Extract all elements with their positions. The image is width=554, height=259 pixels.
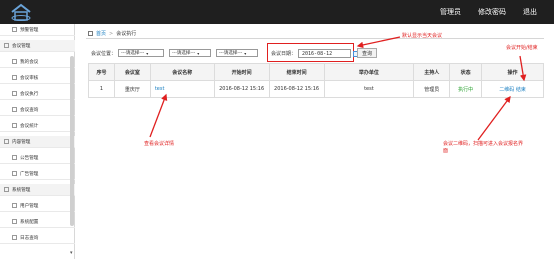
sidebar-group-content[interactable]: 内容管理 <box>0 136 75 148</box>
filter-bar: 会议位置： ---请选择--- ▾ ---请选择--- ▾ ---请选择--- ▾ <box>91 49 263 57</box>
sidebar-item-warning[interactable]: 预警管理 <box>0 24 75 36</box>
home-icon <box>88 31 93 36</box>
cell-no: 1 <box>88 80 115 98</box>
location-select-2[interactable]: ---请选择--- ▾ <box>169 49 212 57</box>
chevron-down-icon: ▾ <box>146 50 149 56</box>
cell-end: 2016-08-12 15:16 <box>268 80 325 98</box>
menu-item-icon <box>12 107 17 112</box>
menu-item-icon <box>12 235 17 240</box>
sidebar-item-meeting-review[interactable]: 会议审核 <box>0 72 75 84</box>
top-nav: 管理员 修改密码 退出 <box>440 0 554 24</box>
sidebar: 预警管理 会议管理 我的会议 会议审核 会议执行 会议查询 会议统计 内容管理 … <box>0 24 75 259</box>
menu-item-icon <box>12 27 17 32</box>
sidebar-item-label: 会议审核 <box>20 75 39 81</box>
folder-icon <box>4 139 9 144</box>
sidebar-group-meeting[interactable]: 会议管理 <box>0 40 75 52</box>
logout-link[interactable]: 退出 <box>523 7 537 17</box>
sidebar-item-label: 内容管理 <box>12 139 31 145</box>
annotation-qrcode-1: 会议二维码，扫描可进入会议报名界 <box>443 141 524 147</box>
col-action: 操作 <box>481 63 544 81</box>
annotation-qrcode-2: 面 <box>443 148 449 154</box>
col-end: 结束时间 <box>268 63 325 81</box>
status-badge: 执行中 <box>449 80 483 98</box>
sidebar-item-label: 预警管理 <box>20 27 39 33</box>
col-start: 开始时间 <box>213 63 270 81</box>
sidebar-group-system[interactable]: 系统管理 <box>0 184 75 196</box>
divider <box>86 38 544 39</box>
menu-item-icon <box>12 219 17 224</box>
sidebar-item-config[interactable]: 系统配置 <box>0 216 75 228</box>
sidebar-item-meeting-stats[interactable]: 会议统计 <box>0 120 75 132</box>
sidebar-item-label: 日志查询 <box>20 235 39 241</box>
sidebar-item-meeting-execute[interactable]: 会议执行 <box>0 88 75 100</box>
annotation-start-end: 会议开始/结束 <box>506 45 538 51</box>
sidebar-item-label: 系统配置 <box>20 219 39 225</box>
sidebar-item-label: 会议查询 <box>20 107 39 113</box>
sidebar-item-meeting-query[interactable]: 会议查询 <box>0 104 75 116</box>
scroll-down-icon[interactable]: ▾ <box>70 250 73 256</box>
qrcode-link[interactable]: 二维码 <box>499 87 514 93</box>
col-name: 会议名称 <box>149 63 215 81</box>
location-select-3[interactable]: ---请选择--- ▾ <box>216 49 259 57</box>
end-meeting-link[interactable]: 结束 <box>516 87 526 93</box>
date-filter: 会议日期： 2016-08-12 <box>271 49 360 58</box>
folder-icon <box>4 43 9 48</box>
menu-item-icon <box>12 91 17 96</box>
query-button[interactable]: 查询 <box>357 48 377 58</box>
cell-org: test <box>323 80 415 98</box>
col-room: 会议室 <box>113 63 151 81</box>
menu-item-icon <box>12 59 17 64</box>
top-header: 管理员 修改密码 退出 <box>0 0 554 24</box>
sidebar-item-label: 我的会议 <box>20 59 39 65</box>
table-header-row: 序号 会议室 会议名称 开始时间 结束时间 举办单位 主持人 状态 操作 <box>88 63 544 81</box>
select-value: ---请选择--- <box>121 51 145 56</box>
table-row: 1 重庆厅 test 2016-08-12 15:16 2016-08-12 1… <box>88 80 544 98</box>
change-password-link[interactable]: 修改密码 <box>478 7 506 17</box>
cell-start: 2016-08-12 15:16 <box>213 80 270 98</box>
menu-item-icon <box>12 171 17 176</box>
cell-room: 重庆厅 <box>113 80 151 98</box>
select-value: ---请选择--- <box>219 51 243 56</box>
meeting-table: 序号 会议室 会议名称 开始时间 结束时间 举办单位 主持人 状态 操作 1 重… <box>88 63 544 98</box>
sidebar-item-label: 会议管理 <box>12 43 31 49</box>
chevron-down-icon: ▾ <box>244 50 247 56</box>
sidebar-item-label: 系统管理 <box>12 187 31 193</box>
menu-item-icon <box>12 75 17 80</box>
sidebar-item-label: 会议执行 <box>20 91 39 97</box>
sidebar-scrollbar[interactable] <box>70 56 74 226</box>
annotation-view-detail: 查看会议详情 <box>144 141 175 147</box>
annotation-default-date: 默认显示当天会议 <box>402 33 443 39</box>
col-host: 主持人 <box>413 63 451 81</box>
sidebar-item-announcement[interactable]: 公告管理 <box>0 152 75 164</box>
sidebar-item-label: 会议统计 <box>20 123 39 129</box>
breadcrumb: 首页 > 会议执行 <box>88 30 136 37</box>
location-label: 会议位置： <box>91 50 117 57</box>
sidebar-item-label: 用户管理 <box>20 203 39 209</box>
sidebar-item-logs[interactable]: 日志查询 <box>0 232 75 244</box>
cell-host: 管理员 <box>413 80 451 98</box>
col-org: 举办单位 <box>323 63 415 81</box>
breadcrumb-home[interactable]: 首页 <box>96 30 106 37</box>
sidebar-item-label: 广告管理 <box>20 171 39 177</box>
chevron-down-icon: ▾ <box>197 50 200 56</box>
col-no: 序号 <box>88 63 115 81</box>
date-input[interactable]: 2016-08-12 <box>298 49 352 58</box>
date-label: 会议日期： <box>271 51 297 57</box>
menu-item-icon <box>12 203 17 208</box>
logo-icon <box>11 3 31 21</box>
admin-link[interactable]: 管理员 <box>440 7 461 17</box>
menu-item-icon <box>12 123 17 128</box>
select-value: ---请选择--- <box>172 51 196 56</box>
meeting-name-link[interactable]: test <box>155 86 165 92</box>
menu-item-icon <box>12 155 17 160</box>
sidebar-item-my-meeting[interactable]: 我的会议 <box>0 56 75 68</box>
sidebar-item-ads[interactable]: 广告管理 <box>0 168 75 180</box>
folder-icon <box>4 187 9 192</box>
breadcrumb-current: 会议执行 <box>116 31 137 37</box>
sidebar-item-users[interactable]: 用户管理 <box>0 200 75 212</box>
sidebar-item-label: 公告管理 <box>20 155 39 161</box>
col-status: 状态 <box>449 63 483 81</box>
breadcrumb-separator: > <box>109 30 114 37</box>
location-select-1[interactable]: ---请选择--- ▾ <box>118 49 165 57</box>
